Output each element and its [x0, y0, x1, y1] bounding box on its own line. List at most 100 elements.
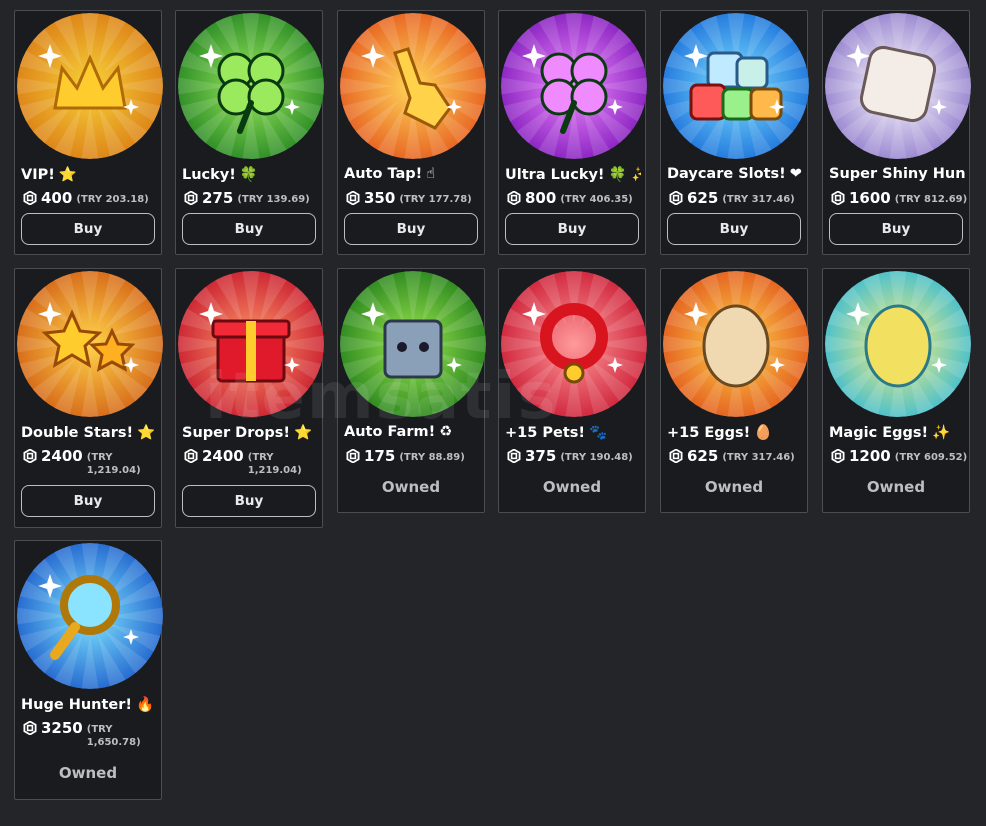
price-row: 2400 (TRY 1,219.04) [184, 447, 320, 477]
price-row: 1200 (TRY 609.52) [831, 447, 967, 465]
buy-button[interactable]: Buy [667, 213, 801, 245]
local-price: (TRY 139.69) [237, 194, 310, 205]
title-emoji: 🐾 [589, 425, 608, 441]
gamepass-thumbnail[interactable] [17, 13, 163, 159]
title-emoji: ✨ [932, 425, 951, 441]
buy-button[interactable]: Buy [21, 485, 155, 517]
gamepass-card[interactable]: Ultra Lucky! 🍀 ✨ 800 (TRY 406.35) Buy [498, 10, 647, 255]
price-row: 3250 (TRY 1,650.78) [23, 719, 159, 749]
gamepass-thumbnail[interactable] [825, 271, 971, 417]
gamepass-name: +15 Eggs! [667, 425, 751, 441]
gamepass-card[interactable]: Super Shiny Hun... 1600(TRY 812.69) Buy [822, 10, 971, 255]
price-row: 2400 (TRY 1,219.04) [23, 447, 159, 477]
gamepass-card[interactable]: Auto Tap! ☝ 350 (TRY 177.78) Buy [337, 10, 486, 255]
gamepass-card[interactable]: Daycare Slots! ❤ 625 (TRY 317.46) Buy [660, 10, 809, 255]
owned-label: Owned [866, 478, 926, 496]
price-row: 175 (TRY 88.89) [346, 447, 482, 465]
robux-icon [507, 449, 521, 463]
gamepass-title: Super Shiny Hun... [829, 166, 965, 182]
owned-label: Owned [542, 478, 602, 496]
price-row: 800 (TRY 406.35) [507, 189, 643, 207]
price-row: 375 (TRY 190.48) [507, 447, 643, 465]
local-price: (TRY 1,650.78) [86, 724, 141, 748]
title-emoji: ⭐ [58, 167, 77, 183]
gamepass-thumbnail[interactable] [17, 543, 163, 689]
title-emoji: ☝ [426, 166, 436, 182]
price-row: 625 (TRY 317.46) [669, 447, 805, 465]
robux-icon [184, 449, 198, 463]
robux-amount: 800 [525, 189, 557, 207]
gamepass-title: Lucky! 🍀 [182, 166, 318, 183]
gamepass-title: Ultra Lucky! 🍀 ✨ [505, 166, 641, 183]
robux-amount: 175 [364, 447, 396, 465]
robux-amount: 275 [202, 189, 234, 207]
gamepass-card[interactable]: Magic Eggs! ✨ 1200 (TRY 609.52) Owned [822, 268, 971, 513]
price-row: 625 (TRY 317.46) [669, 189, 805, 207]
gamepass-card[interactable]: Double Stars! ⭐ 2400 (TRY 1,219.04) Buy [14, 268, 163, 528]
local-price: (TRY 203.18) [76, 194, 149, 205]
gamepass-name: Ultra Lucky! [505, 167, 605, 183]
gamepass-thumbnail[interactable] [340, 13, 486, 159]
robux-icon [669, 449, 683, 463]
owned-label: Owned [704, 478, 764, 496]
buy-button[interactable]: Buy [829, 213, 963, 245]
gamepass-card[interactable]: +15 Eggs! 🥚 625 (TRY 317.46) Owned [660, 268, 809, 513]
gamepass-title: Auto Tap! ☝ [344, 166, 480, 182]
gamepass-card[interactable]: Lucky! 🍀 275 (TRY 139.69) Buy [175, 10, 324, 255]
robux-icon [23, 721, 37, 735]
title-emoji: 🔥 [136, 697, 155, 713]
buy-button[interactable]: Buy [182, 213, 316, 245]
gamepass-name: Super Shiny Hun... [829, 166, 965, 182]
price-row: 400 (TRY 203.18) [23, 189, 159, 207]
gamepass-thumbnail[interactable] [663, 271, 809, 417]
robux-amount: 350 [364, 189, 396, 207]
robux-amount: 2400 [202, 447, 244, 465]
local-price: (TRY 1,219.04) [86, 452, 141, 476]
buy-button[interactable]: Buy [505, 213, 639, 245]
robux-icon [346, 191, 360, 205]
gamepass-card[interactable]: VIP! ⭐ 400 (TRY 203.18) Buy [14, 10, 163, 255]
title-emoji: 🥚 [754, 425, 773, 441]
egg-icon [864, 304, 932, 388]
local-price: (TRY 812.69) [894, 194, 968, 205]
robux-icon [831, 191, 845, 205]
gamepass-title: Magic Eggs! ✨ [829, 424, 965, 441]
gamepass-name: VIP! [21, 167, 55, 183]
local-price: (TRY 177.78) [399, 194, 472, 205]
local-price: (TRY 317.46) [722, 194, 795, 205]
title-emoji: 🍀 ✨ [608, 167, 641, 183]
price-row: 275 (TRY 139.69) [184, 189, 320, 207]
gamepass-thumbnail[interactable] [17, 271, 163, 417]
robux-icon [23, 449, 37, 463]
watermark: itemsatis [205, 360, 558, 434]
local-price: (TRY 609.52) [894, 452, 968, 463]
title-emoji: ❤ [789, 166, 802, 182]
gamepass-title: Double Stars! ⭐ [21, 424, 157, 441]
buy-button[interactable]: Buy [21, 213, 155, 245]
gamepass-card[interactable]: Huge Hunter! 🔥 3250 (TRY 1,650.78) Owned [14, 540, 163, 800]
robux-amount: 1600 [849, 189, 891, 207]
gamepass-title: +15 Eggs! 🥚 [667, 424, 803, 441]
gamepass-thumbnail[interactable] [178, 13, 324, 159]
local-price: (TRY 317.46) [722, 452, 795, 463]
gamepass-thumbnail[interactable] [501, 13, 647, 159]
local-price: (TRY 1,219.04) [247, 452, 302, 476]
robux-icon [23, 191, 37, 205]
gamepass-thumbnail[interactable] [663, 13, 809, 159]
buy-button[interactable]: Buy [344, 213, 478, 245]
robux-icon [507, 191, 521, 205]
robux-amount: 625 [687, 189, 719, 207]
die-icon [859, 45, 937, 123]
title-emoji: 🍀 [239, 167, 258, 183]
robux-icon [184, 191, 198, 205]
robux-amount: 375 [525, 447, 557, 465]
robux-icon [346, 449, 360, 463]
local-price: (TRY 190.48) [560, 452, 633, 463]
owned-label: Owned [381, 478, 441, 496]
robux-amount: 625 [687, 447, 719, 465]
gamepass-thumbnail[interactable] [825, 13, 971, 159]
gamepass-name: Magic Eggs! [829, 425, 929, 441]
robux-amount: 2400 [41, 447, 83, 465]
gamepass-title: VIP! ⭐ [21, 166, 157, 183]
buy-button[interactable]: Buy [182, 485, 316, 517]
